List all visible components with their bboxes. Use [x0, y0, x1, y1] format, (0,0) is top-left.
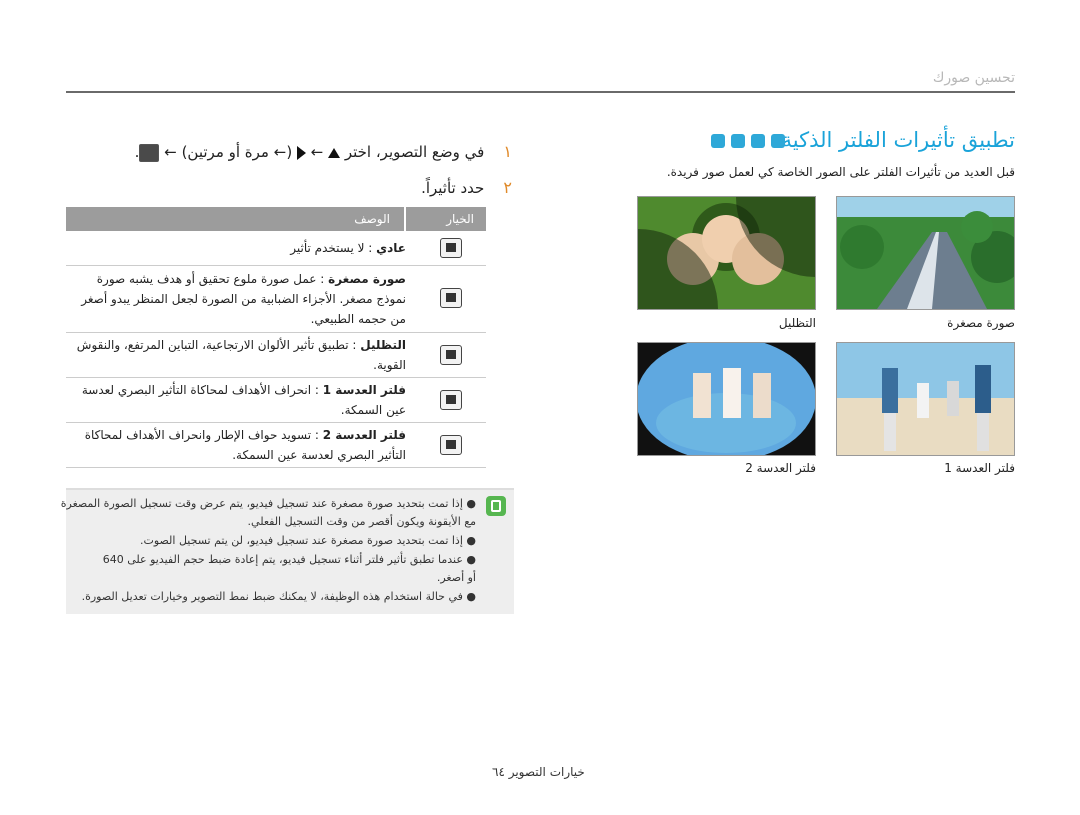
up-arrow-icon [328, 147, 341, 158]
photo-caption: فلتر العدسة 1 [944, 461, 1015, 475]
note-line: ● إذا تمت بتحديد صورة مصغرة عند تسجيل في… [60, 497, 476, 510]
row-text: فلتر العدسة 1 : انحراف الأهداف لمحاكاة ا… [81, 383, 406, 417]
mode-icons [711, 134, 785, 148]
row-text: فلتر العدسة 2 : تسويد حواف الإطار وانحرا… [84, 428, 406, 462]
vignetting-icon [440, 345, 462, 365]
header-divider [404, 207, 406, 231]
table-row: فلتر العدسة 1 : انحراف الأهداف لمحاكاة ا… [66, 378, 486, 423]
row-text: التظليل : تطبيق تأثير الألوان الارتجاعية… [76, 338, 406, 372]
fisheye-women-photo [637, 342, 816, 456]
note-box: ● إذا تمت بتحديد صورة مصغرة عند تسجيل في… [61, 488, 514, 614]
chapter-title: تحسين صورك [932, 70, 1015, 86]
photo-caption: التظليل [778, 316, 816, 330]
normal-icon [440, 238, 462, 258]
step-text: ← مرة أو مرتين) ← [164, 143, 287, 161]
video-icon [711, 134, 725, 148]
right-chevron-icon [296, 145, 306, 160]
step-text: في وضع التصوير، اختر [344, 143, 485, 161]
page-footer: خيارات التصوير ٦٤ [492, 765, 585, 779]
note-icon [486, 496, 506, 516]
section-description: قبل العديد من تأثيرات الفلتر على الصور ا… [666, 165, 1015, 179]
table-row: التظليل : تطبيق تأثير الألوان الارتجاعية… [66, 333, 486, 378]
section-title: تطبيق تأثيرات الفلتر الذكية [781, 128, 1015, 152]
miniature-icon [440, 288, 462, 308]
table-row: عادي : لا يستخدم تأثير [66, 231, 486, 266]
camera-icon [771, 134, 785, 148]
family-beach-photo [836, 342, 1015, 456]
fisheye-1-icon [440, 390, 462, 410]
header-divider [66, 91, 1015, 93]
row-text: عادي : لا يستخدم تأثير [290, 241, 406, 255]
step-1: ١ في وضع التصوير، اختر ← (← مرة أو مرتين… [134, 142, 512, 162]
note-line: ● في حالة استخدام هذه الوظيفة، لا يمكنك … [81, 590, 476, 603]
step-2: ٢ حدد تأثيراً. [421, 178, 512, 197]
table-header: الخيار الوصف [66, 207, 486, 231]
fisheye-2-icon [440, 435, 462, 455]
note-line: مع الأيقونة ويكون أقصر من وقت التسجيل ال… [247, 515, 476, 528]
hand-icon [731, 134, 745, 148]
note-line: أو أصغر. [436, 571, 476, 584]
column-header-description: الوصف [354, 212, 390, 226]
step-number: ٢ [503, 178, 512, 197]
step-text: حدد تأثيراً. [421, 179, 485, 197]
smart-filter-icon [139, 143, 160, 162]
three-faces-photo [637, 196, 816, 310]
column-header-option: الخيار [446, 212, 474, 226]
table-row: فلتر العدسة 2 : تسويد حواف الإطار وانحرا… [66, 423, 486, 468]
row-text: صورة مصغرة : عمل صورة ملوع تحقيق أو هدف … [81, 272, 406, 326]
note-line: ● عندما تطبق تأثير فلتر أثناء تسجيل فيدي… [102, 553, 476, 566]
highway-trees-photo [836, 196, 1015, 310]
photo-caption: صورة مصغرة [947, 316, 1015, 330]
table-row: صورة مصغرة : عمل صورة ملوع تحقيق أو هدف … [66, 266, 486, 333]
camera-scene-icon [751, 134, 765, 148]
photo-caption: فلتر العدسة 2 [745, 461, 816, 475]
note-line: ● إذا تمت بتحديد صورة مصغرة عند تسجيل في… [139, 534, 476, 547]
step-number: ١ [503, 142, 512, 161]
options-table: الخيار الوصف عادي : لا يستخدم تأثير صورة… [66, 207, 486, 468]
